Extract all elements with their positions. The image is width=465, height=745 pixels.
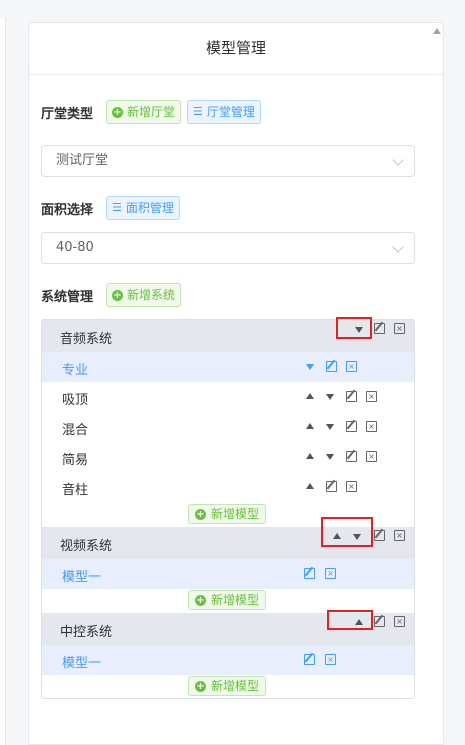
add-system-button[interactable]: + 新增系统 [106, 283, 182, 307]
highlight-box [336, 317, 372, 339]
edit-icon[interactable] [346, 451, 357, 462]
move-up-icon[interactable] [306, 393, 314, 399]
list-item[interactable]: 混合 × [42, 412, 414, 442]
highlight-box [321, 517, 373, 547]
system-label: 系统管理 [41, 290, 94, 305]
move-down-icon[interactable] [306, 364, 314, 370]
edit-icon[interactable] [374, 323, 385, 334]
area-select[interactable]: 40-80 [41, 232, 415, 264]
chevron-down-icon [392, 154, 404, 166]
edit-icon[interactable] [346, 421, 357, 432]
hall-manage-button[interactable]: ☰ 厅堂管理 [187, 100, 261, 124]
plus-circle-icon: + [195, 594, 206, 606]
list-icon: ☰ [193, 105, 203, 118]
move-down-icon[interactable] [326, 394, 334, 400]
delete-icon[interactable]: × [394, 323, 405, 334]
move-down-icon[interactable] [326, 424, 334, 430]
delete-icon[interactable]: × [394, 530, 405, 541]
list-item[interactable]: 吸顶 × [42, 382, 414, 412]
area-label: 面积选择 [41, 203, 94, 218]
hall-select[interactable]: 测试厅堂 [41, 145, 415, 177]
edit-icon[interactable] [304, 654, 315, 665]
move-up-icon[interactable] [306, 453, 314, 459]
add-hall-button[interactable]: + 新增厅堂 [106, 100, 182, 124]
list-item[interactable]: 专业 × [42, 352, 414, 382]
page-title: 模型管理 [29, 23, 443, 75]
delete-icon[interactable]: × [394, 616, 405, 627]
list-item[interactable]: 模型一 × [42, 559, 414, 589]
area-manage-button[interactable]: ☰ 面积管理 [106, 196, 180, 220]
edit-icon[interactable] [374, 530, 385, 541]
list-item[interactable]: 简易 × [42, 442, 414, 472]
adjacent-panel-edge [0, 18, 6, 745]
delete-icon[interactable]: × [346, 361, 357, 372]
delete-icon[interactable]: × [325, 654, 336, 665]
move-down-icon[interactable] [326, 454, 334, 460]
delete-icon[interactable]: × [346, 481, 357, 492]
plus-circle-icon: + [195, 508, 206, 520]
move-up-icon[interactable] [306, 423, 314, 429]
list-item[interactable]: 模型一 × [42, 645, 414, 675]
move-up-icon[interactable] [306, 483, 314, 489]
system-tree: 音频系统 × 专业 × 吸顶 × 混合 × 简易 × 音柱 × + 新增模型 视… [41, 319, 415, 699]
list-icon: ☰ [112, 201, 122, 214]
scrollbar[interactable] [429, 22, 445, 745]
list-item[interactable]: 音柱 × [42, 472, 414, 502]
add-model-button[interactable]: + 新增模型 [188, 676, 267, 696]
delete-icon[interactable]: × [325, 568, 336, 579]
delete-icon[interactable]: × [366, 391, 377, 402]
plus-circle-icon: + [112, 289, 123, 301]
delete-icon[interactable]: × [366, 421, 377, 432]
add-model-button[interactable]: + 新增模型 [188, 504, 267, 524]
plus-circle-icon: + [195, 680, 206, 692]
add-model-button[interactable]: + 新增模型 [188, 590, 267, 610]
scroll-up-arrow-icon[interactable] [433, 28, 441, 34]
edit-icon[interactable] [304, 568, 315, 579]
highlight-box [327, 610, 373, 630]
hall-type-label: 厅堂类型 [41, 107, 94, 122]
edit-icon[interactable] [374, 616, 385, 627]
edit-icon[interactable] [326, 481, 337, 492]
edit-icon[interactable] [346, 391, 357, 402]
plus-circle-icon: + [112, 106, 123, 118]
chevron-down-icon [392, 241, 404, 253]
edit-icon[interactable] [326, 361, 337, 372]
delete-icon[interactable]: × [366, 451, 377, 462]
